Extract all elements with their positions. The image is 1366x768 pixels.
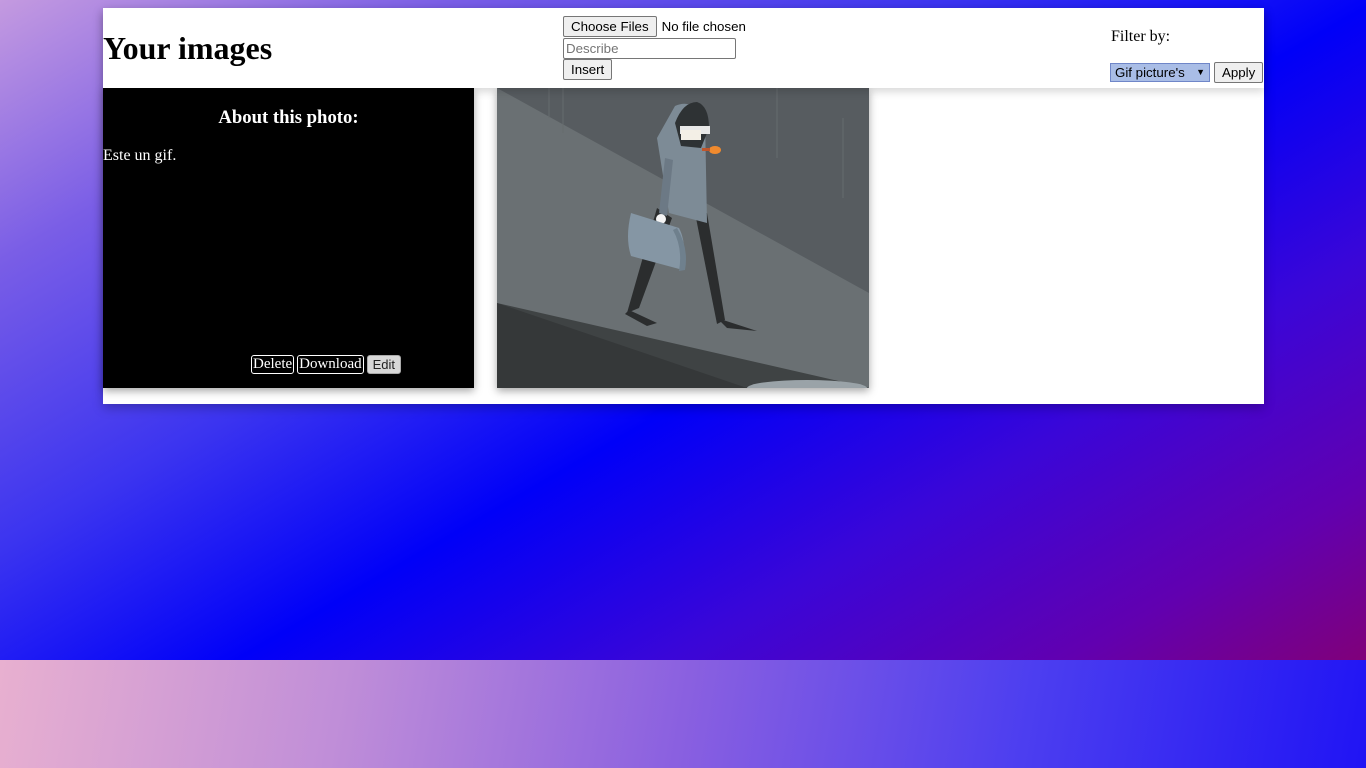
filter-label: Filter by: xyxy=(1111,28,1171,45)
choose-files-button[interactable]: Choose Files xyxy=(563,16,657,37)
apply-button[interactable]: Apply xyxy=(1214,62,1264,83)
dropdown-arrow-icon: ▼ xyxy=(1196,67,1205,77)
gallery-panel: Your images Choose Files No file chosen … xyxy=(103,8,1264,404)
edit-button[interactable]: Edit xyxy=(366,355,402,374)
gallery-header: Your images Choose Files No file chosen … xyxy=(103,8,1264,88)
insert-row: Insert xyxy=(563,59,803,80)
photo-image[interactable] xyxy=(497,88,869,388)
delete-button[interactable]: Delete xyxy=(251,355,295,374)
insert-button[interactable]: Insert xyxy=(563,59,613,80)
upload-form: Choose Files No file chosen Insert xyxy=(563,16,803,80)
download-button[interactable]: Download xyxy=(297,355,364,374)
filter-selected-value: Gif picture's xyxy=(1115,65,1185,80)
thief-gif-illustration xyxy=(497,88,869,388)
about-photo-heading: About this photo: xyxy=(218,107,359,128)
describe-input[interactable] xyxy=(563,38,736,59)
page-title: Your images xyxy=(103,30,273,66)
file-picker: Choose Files No file chosen xyxy=(563,16,803,37)
page-background-bottom xyxy=(0,660,1366,768)
photo-info-card: About this photo: Este un gif. Delete Do… xyxy=(103,88,474,388)
photo-description: Este un gif. xyxy=(103,147,177,164)
photo-actions: Delete Download Edit xyxy=(251,355,402,374)
filter-select[interactable]: Gif picture's ▼ xyxy=(1110,63,1210,82)
file-status-text: No file chosen xyxy=(661,19,746,34)
